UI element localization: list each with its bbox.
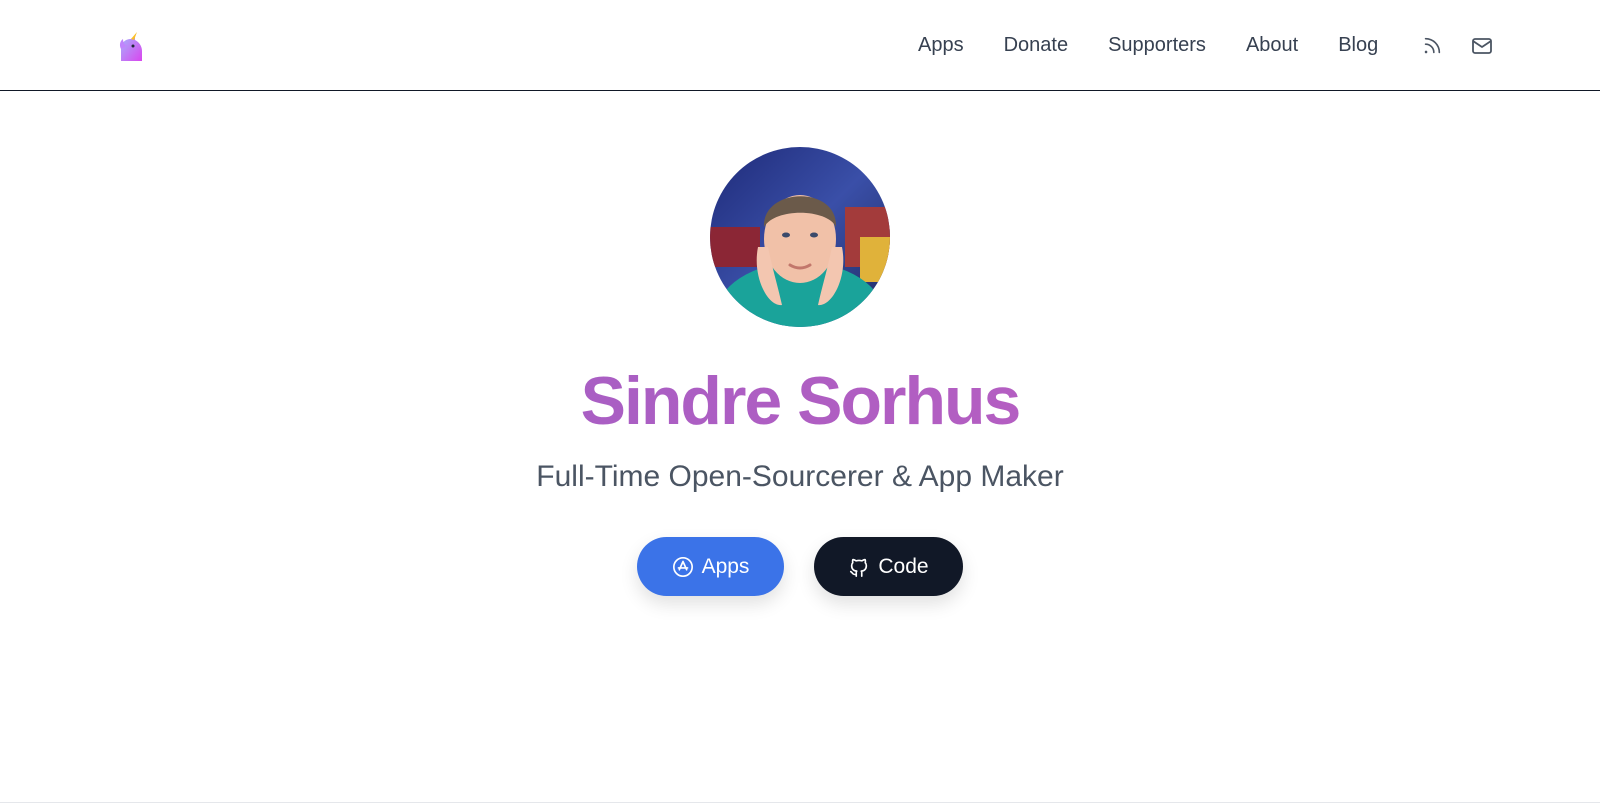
tagline: Full-Time Open-Sourcerer & App Maker <box>536 460 1064 493</box>
code-button[interactable]: Code <box>814 537 963 596</box>
nav-apps[interactable]: Apps <box>918 34 964 57</box>
apps-button[interactable]: Apps <box>637 537 784 596</box>
main-nav: Apps Donate Supporters About Blog <box>918 0 1494 91</box>
mail-icon[interactable] <box>1470 34 1494 58</box>
app-store-icon <box>672 556 693 577</box>
divider <box>0 802 1600 803</box>
rss-icon[interactable] <box>1420 34 1444 58</box>
hero-buttons: Apps Code <box>637 537 963 596</box>
code-button-label: Code <box>878 554 929 578</box>
page-title: Sindre Sorhus <box>0 362 1600 440</box>
site-header: Apps Donate Supporters About Blog <box>0 0 1600 91</box>
apps-button-label: Apps <box>701 554 750 578</box>
nav-donate[interactable]: Donate <box>1004 34 1069 57</box>
nav-blog[interactable]: Blog <box>1338 34 1378 57</box>
unicorn-icon[interactable] <box>113 31 145 63</box>
profile-photo <box>710 147 890 327</box>
nav-supporters[interactable]: Supporters <box>1108 34 1206 57</box>
github-icon <box>850 558 868 577</box>
nav-about[interactable]: About <box>1246 34 1298 57</box>
